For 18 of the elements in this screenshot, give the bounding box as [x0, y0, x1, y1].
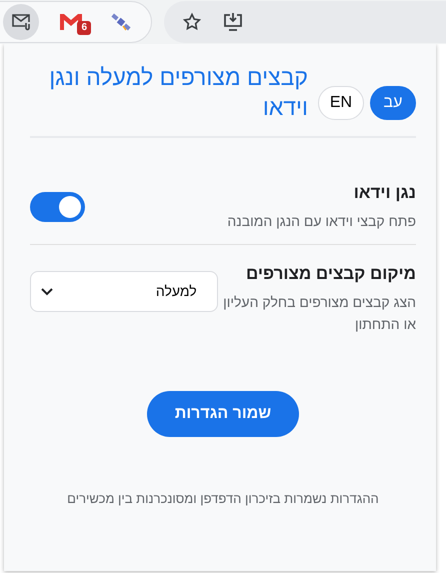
setting-title: מיקום קבצים מצורפים	[244, 263, 416, 285]
language-button[interactable]: EN	[318, 86, 364, 120]
select-field[interactable]: למעלה	[30, 271, 218, 312]
setting-description: פתח קבצי וידאו עם הנגן המובנה	[226, 212, 416, 231]
setting-description: הצג קבצים מצורפים בחלק העליון או התחתון	[222, 293, 416, 334]
mail-icon	[11, 13, 31, 31]
popup-title: קבצים מצורפים למעלה ונגן וידאו	[48, 63, 308, 122]
setting-title: נגן וידאו	[352, 182, 416, 204]
footer-note: ההגדרות נשמרות בזיכרון הדפדפן ומסונכרנות בין מכשירים	[66, 490, 380, 508]
notification-badge: 6	[77, 21, 91, 35]
star-icon[interactable]	[182, 12, 202, 32]
extension-button[interactable]	[3, 4, 39, 40]
toggle-switch[interactable]	[30, 192, 85, 222]
language-button[interactable]: עב	[370, 86, 416, 120]
install-icon[interactable]	[222, 12, 244, 32]
chevron-down-icon	[41, 288, 53, 296]
satellite-icon	[111, 12, 131, 32]
save-button[interactable]: שמור הגדרות	[147, 391, 299, 437]
